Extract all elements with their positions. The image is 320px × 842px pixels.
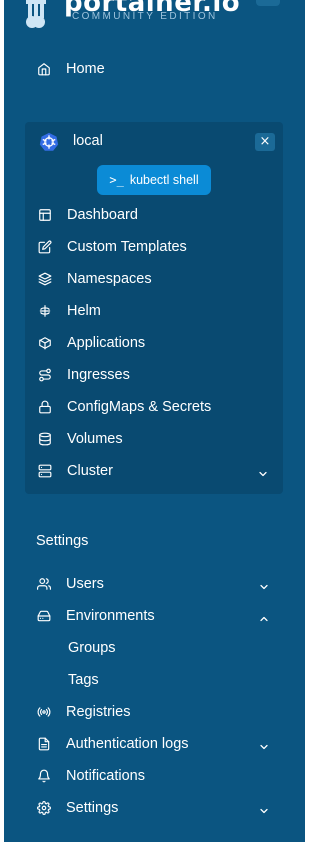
nav-environments[interactable]: Environments [37,604,155,628]
route-icon [38,368,52,382]
layers-icon [38,272,52,286]
portainer-logo-icon[interactable] [24,0,50,36]
nav-authentication-logs-label: Authentication logs [66,736,189,752]
collapse-sidebar-button[interactable] [256,0,280,6]
nav-configmaps-secrets-label: ConfigMaps & Secrets [67,399,212,415]
chevron-down-icon[interactable] [258,738,270,750]
chevron-down-icon[interactable] [258,802,270,814]
nav-applications-label: Applications [67,335,146,351]
nav-helm[interactable]: Helm [38,299,101,323]
nav-configmaps-secrets[interactable]: ConfigMaps & Secrets [38,395,211,419]
settings-section-title: Settings [36,533,89,549]
nav-applications[interactable]: Applications [38,331,145,355]
nav-authentication-logs[interactable]: Authentication logs [37,732,189,756]
chevron-down-icon[interactable] [257,465,269,477]
gear-icon [37,801,51,815]
nav-volumes-label: Volumes [67,431,123,447]
bell-icon [37,769,51,783]
nav-cluster[interactable]: Cluster [38,459,270,483]
helm-icon [38,304,52,318]
brand-edition: COMMUNITY EDITION [72,11,218,22]
nav-dashboard-label: Dashboard [67,207,138,223]
sidebar: portainer.io COMMUNITY EDITION Home loca… [4,0,305,842]
nav-environments-groups[interactable]: Groups [68,640,116,656]
nav-home[interactable]: Home [37,57,105,81]
kubernetes-icon [39,132,59,156]
environment-panel: local × >_ kubectl shell Dashboard Custo… [25,122,283,494]
nav-namespaces-label: Namespaces [67,271,152,287]
users-icon [37,577,51,591]
nav-notifications-label: Notifications [66,768,145,784]
nav-ingresses[interactable]: Ingresses [38,363,130,387]
box-icon [38,336,52,350]
nav-helm-label: Helm [67,303,101,319]
nav-users[interactable]: Users [37,572,104,596]
radio-icon [37,705,51,719]
environment-close-button[interactable]: × [255,133,275,151]
nav-dashboard[interactable]: Dashboard [38,203,138,227]
kubectl-shell-button[interactable]: >_ kubectl shell [97,165,211,195]
lock-icon [38,400,52,414]
hard-drive-icon [37,609,51,623]
kubectl-shell-label: kubectl shell [129,173,199,187]
edit-icon [38,240,52,254]
nav-volumes[interactable]: Volumes [38,427,123,451]
chevron-up-icon[interactable] [258,610,270,622]
nav-settings[interactable]: Settings [37,796,118,820]
server-icon [38,464,52,478]
nav-cluster-label: Cluster [67,463,113,479]
database-icon [38,432,52,446]
nav-registries-label: Registries [66,704,131,720]
nav-environments-label: Environments [66,608,155,624]
file-text-icon [37,737,51,751]
nav-users-label: Users [66,576,104,592]
home-icon [37,62,51,76]
nav-registries[interactable]: Registries [37,700,130,724]
nav-namespaces[interactable]: Namespaces [38,267,152,291]
terminal-icon: >_ [109,173,124,187]
nav-custom-templates[interactable]: Custom Templates [38,235,187,259]
nav-environments-tags[interactable]: Tags [68,672,99,688]
nav-home-label: Home [66,61,105,77]
chevron-down-icon[interactable] [258,578,270,590]
dashboard-icon [38,208,52,222]
nav-notifications[interactable]: Notifications [37,764,145,788]
environment-name[interactable]: local [73,133,103,149]
nav-settings-label: Settings [66,800,119,816]
nav-ingresses-label: Ingresses [67,367,130,383]
nav-custom-templates-label: Custom Templates [67,239,187,255]
